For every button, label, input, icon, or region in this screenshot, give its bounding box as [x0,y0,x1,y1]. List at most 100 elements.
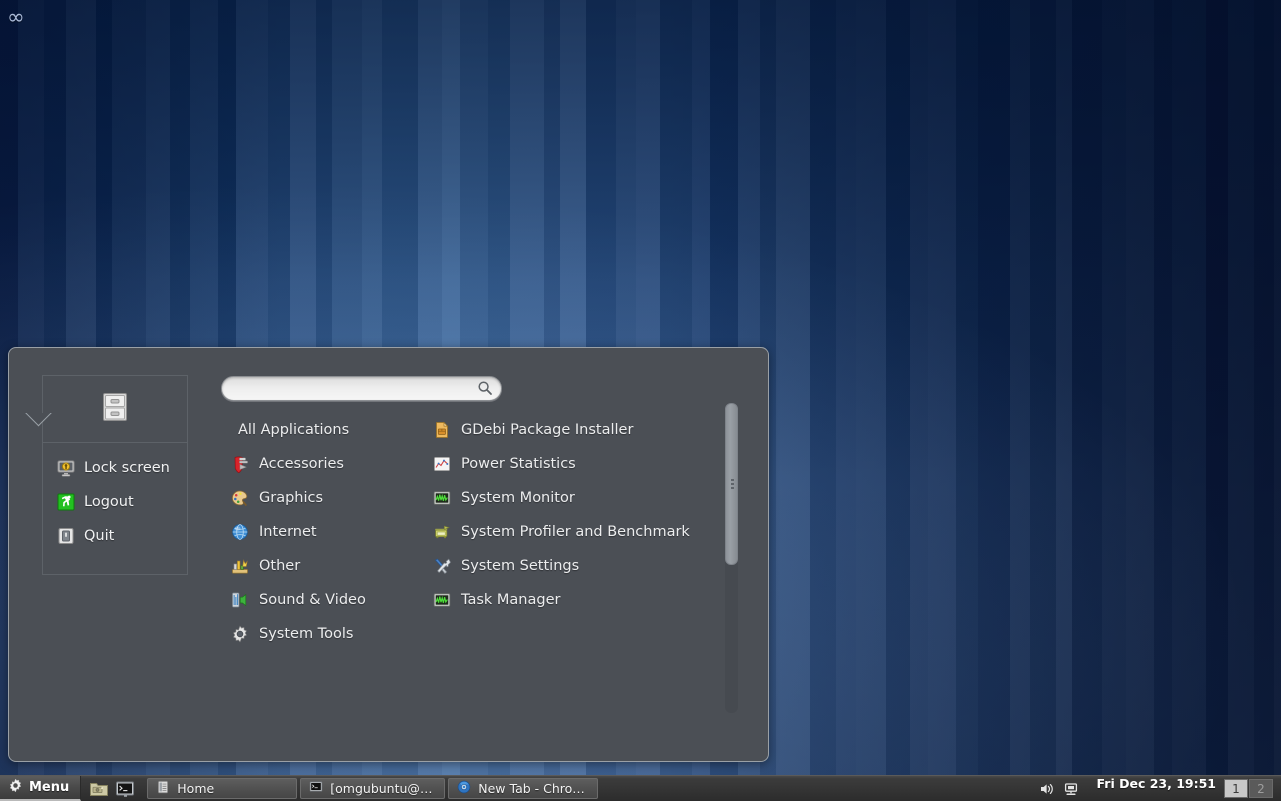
menu-category-label: Accessories [259,456,344,472]
wallpaper-stripe [886,0,911,801]
menu-category-label: System Tools [259,626,353,642]
wallpaper-stripe [910,0,929,801]
menu-category-label: Other [259,558,300,574]
workspace-2[interactable]: 2 [1249,779,1273,798]
desktop[interactable]: ∞ [0,0,1281,801]
menu-category-graphics[interactable]: Graphics [231,481,426,515]
menu-category-all-applications[interactable]: All Applications [231,413,426,447]
quit-icon [57,527,75,545]
wallpaper-stripe [1072,0,1103,801]
wallpaper-stripe [1172,0,1207,801]
menu-category-label: All Applications [238,422,349,438]
file-cabinet-icon [102,392,128,426]
menu-app-label: System Monitor [461,490,575,506]
wallpaper-stripe [1254,0,1275,801]
wallpaper-stripe [810,0,837,801]
task-button-home[interactable]: Home [147,778,297,799]
task-button-chromium[interactable]: New Tab - Chromium [448,778,598,799]
menu-session-actions: Lock screen Logout [43,443,187,547]
wallpaper-stripe [1010,0,1031,801]
graphics-icon [231,489,249,507]
terminal-window-icon [309,779,323,798]
menu-app-gdebi-package-installer[interactable]: GDebi Package Installer [433,413,718,447]
menu-category-label: Internet [259,524,317,540]
menu-category-accessories[interactable]: Accessories [231,447,426,481]
menu-action-label: Quit [84,528,114,544]
wallpaper-stripe [1030,0,1057,801]
menu-category-label: Graphics [259,490,323,506]
wallpaper-stripe [1102,0,1127,801]
search-input[interactable] [221,376,502,401]
wallpaper-stripe [1126,0,1155,801]
menu-button-label: Menu [29,780,69,795]
wallpaper-stripe [1274,0,1281,801]
chromium-icon [457,779,471,798]
menu-category-sound-video[interactable]: Sound & Video [231,583,426,617]
wallpaper-stripe [1206,0,1229,801]
gdebi-icon [433,421,451,439]
clock[interactable]: Fri Dec 23, 19:51 [1089,776,1224,801]
wallpaper-stripe [956,0,979,801]
menu-category-system-tools[interactable]: System Tools [231,617,426,651]
taskbar-window-list[interactable]: Home [omgubuntu@omgub... [143,776,1032,801]
network-icon[interactable] [1063,781,1079,797]
internet-icon [231,523,249,541]
menu-app-label: Task Manager [461,592,560,608]
menu-action-lock-screen[interactable]: Lock screen [57,457,187,479]
system-monitor-icon [433,489,451,507]
logout-icon [57,493,75,511]
task-button-label: Home [177,781,214,796]
menu-app-system-settings[interactable]: System Settings [433,549,718,583]
menu-category-label: Sound & Video [259,592,366,608]
menu-app-task-manager[interactable]: Task Manager [433,583,718,617]
menu-category-internet[interactable]: Internet [231,515,426,549]
application-menu-popup[interactable]: Lock screen Logout [8,347,769,762]
wallpaper-stripe [836,0,857,801]
system-tools-icon [231,625,249,643]
sound-video-icon [231,591,249,609]
wallpaper-stripe [978,0,1011,801]
workspace-1[interactable]: 1 [1224,779,1248,798]
task-manager-icon [433,591,451,609]
task-button-label: [omgubuntu@omgub... [330,781,436,796]
menu-app-system-profiler-and-benchmark[interactable]: System Profiler and Benchmark [433,515,718,549]
menu-left-pane: Lock screen Logout [42,375,188,575]
wallpaper-stripe [1056,0,1073,801]
menu-app-label: System Profiler and Benchmark [461,524,690,540]
system-profiler-icon [433,523,451,541]
wallpaper-stripe [1228,0,1255,801]
menu-app-system-monitor[interactable]: System Monitor [433,481,718,515]
menu-search-area[interactable] [221,376,502,401]
taskbar[interactable]: Menu [0,775,1281,801]
menu-category-other[interactable]: Other [231,549,426,583]
wallpaper-stripe [928,0,957,801]
menu-app-label: System Settings [461,558,579,574]
menu-action-logout[interactable]: Logout [57,491,187,513]
menu-app-power-statistics[interactable]: Power Statistics [433,447,718,481]
menu-scrollbar-track[interactable] [725,403,738,713]
menu-app-label: GDebi Package Installer [461,422,633,438]
taskbar-launchers[interactable] [81,776,143,801]
file-manager-window-icon [156,779,170,798]
menu-action-label: Logout [84,494,134,510]
menu-button[interactable]: Menu [0,776,81,801]
power-statistics-icon [433,455,451,473]
menu-action-quit[interactable]: Quit [57,525,187,547]
menu-category-list[interactable]: All Applications Accessories [231,413,426,651]
infinity-logo-icon: ∞ [7,7,25,28]
menu-application-list[interactable]: GDebi Package Installer Power Statistics [433,413,718,617]
file-manager-icon[interactable] [89,779,109,799]
task-button-terminal[interactable]: [omgubuntu@omgub... [300,778,445,799]
volume-icon[interactable] [1039,781,1055,797]
workspace-switcher[interactable]: 1 2 [1224,776,1281,801]
menu-app-label: Power Statistics [461,456,576,472]
menu-action-label: Lock screen [84,460,170,476]
lock-screen-icon [57,459,75,477]
gear-icon [8,778,23,797]
menu-scrollbar-thumb[interactable] [725,403,738,565]
menu-user-area [43,376,187,443]
task-button-label: New Tab - Chromium [478,781,589,796]
wallpaper-stripe [1154,0,1173,801]
system-tray[interactable] [1033,776,1089,801]
terminal-icon[interactable] [115,779,135,799]
